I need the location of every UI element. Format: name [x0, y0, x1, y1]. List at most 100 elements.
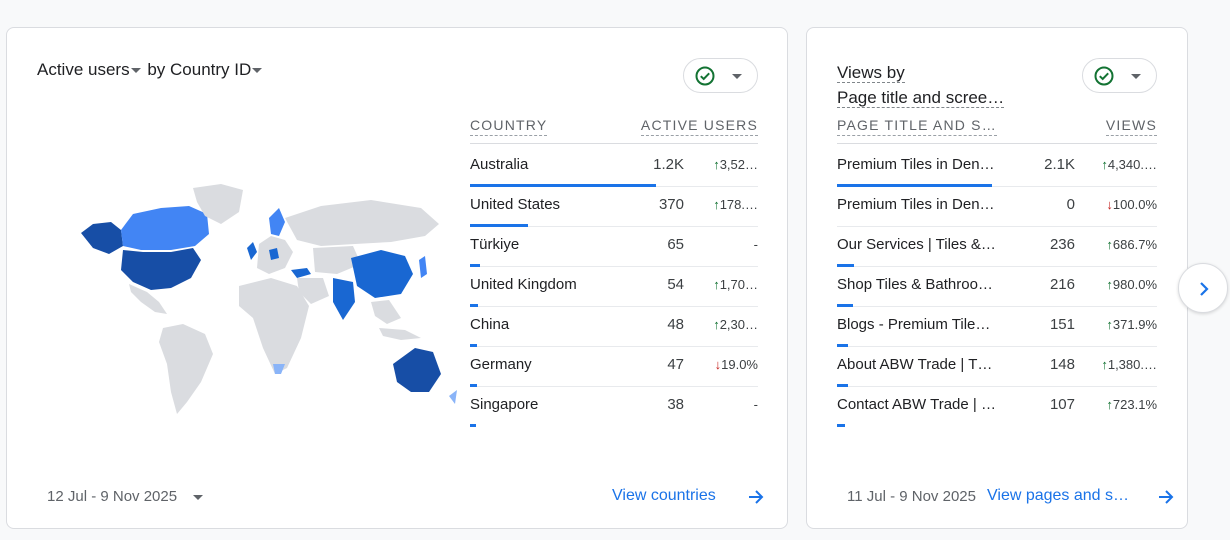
next-card-button[interactable]: [1178, 263, 1228, 313]
dimension-selector[interactable]: Country ID: [170, 60, 264, 79]
row-change: ↓19.0%: [702, 357, 758, 372]
row-value: 216: [1049, 276, 1075, 293]
arrow-right-icon[interactable]: [1157, 488, 1175, 506]
row-label: Blogs - Premium Tile…: [837, 316, 991, 333]
table-row[interactable]: Australia 1.2K ↑3,52…: [470, 147, 758, 187]
date-range-label: 12 Jul - 9 Nov 2025: [47, 488, 178, 505]
metric-label: Active users: [37, 60, 130, 79]
row-change-value: 686.7%: [1112, 237, 1157, 252]
row-label: Türkiye: [470, 236, 520, 253]
table-row[interactable]: China 48 ↑2,30…: [470, 307, 758, 347]
table-row[interactable]: United States 370 ↑178.…: [470, 187, 758, 227]
row-change: ↑178.…: [702, 197, 758, 212]
row-share-bar: [837, 424, 845, 427]
header-divider: [837, 143, 1157, 144]
row-change: ↑686.7%: [1095, 237, 1157, 252]
map-region-new-zealand: [449, 390, 457, 404]
by-label: by: [147, 60, 166, 79]
row-change-value: 4,340.…: [1107, 157, 1157, 172]
caret-down-icon: [193, 494, 204, 500]
views-by-page-title-card: Views by Page title and scree… PAGE TITL…: [806, 27, 1188, 529]
row-label: United States: [470, 196, 561, 213]
row-change-value: 723.1%: [1112, 397, 1157, 412]
table-row[interactable]: Germany 47 ↓19.0%: [470, 347, 758, 387]
row-label: Singapore: [470, 396, 539, 413]
row-label: Germany: [470, 356, 532, 373]
row-change-value: 1,70…: [719, 277, 758, 292]
table-row[interactable]: Contact ABW Trade | … 107 ↑723.1%: [837, 387, 1157, 427]
row-value: 151: [1049, 316, 1075, 333]
insights-status-button[interactable]: [1082, 58, 1157, 93]
row-change-value: 3,52…: [719, 157, 758, 172]
map-region-south-america: [159, 324, 213, 414]
row-label: United Kingdom: [470, 276, 577, 293]
table-row[interactable]: Shop Tiles & Bathroo… 216 ↑980.0%: [837, 267, 1157, 307]
table-row[interactable]: Türkiye 65 -: [470, 227, 758, 267]
dimension-label: Country ID: [170, 60, 252, 79]
arrow-right-icon[interactable]: [747, 488, 765, 506]
table-row[interactable]: About ABW Trade | T… 148 ↑1,380.…: [837, 347, 1157, 387]
map-region-se-asia: [371, 300, 401, 324]
card-title: Active users by Country ID: [37, 60, 264, 80]
pages-table: PAGE TITLE AND S… VIEWS Premium Tiles in…: [837, 117, 1157, 447]
row-change-value: 178.…: [719, 197, 758, 212]
row-change: ↑3,52…: [702, 157, 758, 172]
row-label: Premium Tiles in Den…: [837, 196, 995, 213]
row-change: ↑980.0%: [1095, 277, 1157, 292]
table-row[interactable]: Premium Tiles in Den… 2.1K ↑4,340.…: [837, 147, 1157, 187]
map-region-africa: [239, 278, 309, 374]
row-label: China: [470, 316, 510, 333]
table-row[interactable]: United Kingdom 54 ↑1,70…: [470, 267, 758, 307]
map-region-china: [351, 250, 413, 298]
row-label: Shop Tiles & Bathroo…: [837, 276, 993, 293]
view-countries-link[interactable]: View countries: [612, 487, 716, 505]
row-change: ↑371.9%: [1095, 317, 1157, 332]
map-region-russia: [285, 200, 439, 246]
header-divider: [470, 143, 758, 144]
caret-down-icon: [252, 68, 263, 74]
column-header-country[interactable]: COUNTRY: [470, 117, 548, 136]
row-value: 38: [667, 396, 684, 413]
insights-status-button[interactable]: [683, 58, 758, 93]
check-circle-icon: [1094, 66, 1114, 86]
row-label: Premium Tiles in Den…: [837, 156, 995, 173]
row-change-value: 2,30…: [719, 317, 758, 332]
row-value: 370: [658, 196, 684, 213]
table-row[interactable]: Premium Tiles in Den… 0 ↓100.0%: [837, 187, 1157, 227]
map-region-japan: [419, 256, 427, 278]
row-change: -: [702, 397, 758, 412]
view-pages-link[interactable]: View pages and s…: [987, 487, 1129, 505]
metric-selector[interactable]: Active users: [37, 60, 143, 79]
row-value: 148: [1049, 356, 1075, 373]
row-value: 47: [667, 356, 684, 373]
table-row[interactable]: Blogs - Premium Tile… 151 ↑371.9%: [837, 307, 1157, 347]
date-range-selector[interactable]: 12 Jul - 9 Nov 2025: [47, 488, 204, 505]
row-value: 236: [1049, 236, 1075, 253]
row-change: ↑723.1%: [1095, 397, 1157, 412]
row-value: 65: [667, 236, 684, 253]
row-value: 107: [1049, 396, 1075, 413]
row-label: About ABW Trade | T…: [837, 356, 993, 373]
column-header-page-title[interactable]: PAGE TITLE AND S…: [837, 117, 997, 136]
title-line1: Views by: [837, 63, 905, 83]
map-region-indonesia: [379, 328, 421, 340]
row-change: ↑4,340.…: [1095, 157, 1157, 172]
row-value: 2.1K: [1044, 156, 1075, 173]
row-change-value: 19.0%: [721, 357, 758, 372]
row-value: 54: [667, 276, 684, 293]
row-change-value: -: [753, 237, 758, 252]
row-change: ↑1,380.…: [1095, 357, 1157, 372]
map-region-turkiye: [291, 268, 311, 278]
world-map[interactable]: [71, 178, 461, 418]
column-header-active-users[interactable]: ACTIVE USERS: [640, 117, 758, 136]
row-change-value: -: [753, 397, 758, 412]
table-row[interactable]: Singapore 38 -: [470, 387, 758, 427]
column-header-views[interactable]: VIEWS: [1105, 117, 1157, 136]
table-row[interactable]: Our Services | Tiles &… 236 ↑686.7%: [837, 227, 1157, 267]
row-change-value: 980.0%: [1112, 277, 1157, 292]
row-change: ↑1,70…: [702, 277, 758, 292]
map-region-australia: [393, 348, 441, 392]
map-region-uk: [247, 242, 257, 260]
active-users-by-country-card: Active users by Country ID COUNTRY ACTIV…: [6, 27, 788, 529]
card-title[interactable]: Views by Page title and scree…: [837, 60, 1005, 110]
